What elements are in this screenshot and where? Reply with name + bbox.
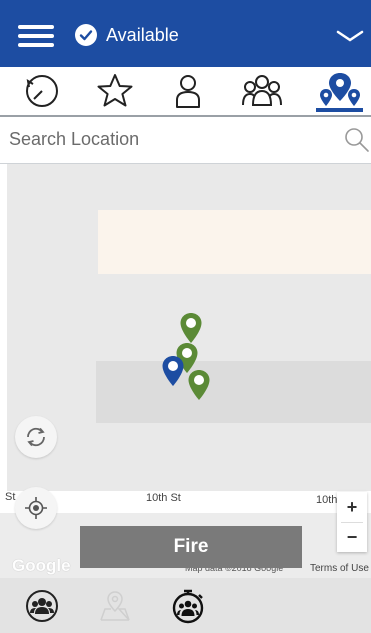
search-icon[interactable] — [344, 127, 370, 153]
timer-group-icon — [172, 589, 204, 624]
zoom-controls: + − — [337, 492, 367, 552]
fire-button[interactable]: Fire — [80, 526, 302, 568]
tab-bar — [0, 67, 371, 117]
group-icon — [242, 75, 282, 106]
refresh-icon — [27, 427, 45, 447]
locations-icon — [320, 73, 360, 106]
my-location-button[interactable] — [15, 487, 57, 529]
map-pin-blue[interactable] — [161, 355, 185, 387]
zoom-in-button[interactable]: + — [337, 492, 367, 522]
map-pin-green[interactable] — [187, 369, 211, 401]
person-icon — [176, 75, 200, 108]
team-icon — [26, 590, 58, 622]
tab-history[interactable] — [12, 67, 72, 115]
terms-of-use-link[interactable]: Terms of Use — [310, 563, 369, 574]
map-route-icon — [100, 591, 130, 621]
tab-contacts[interactable] — [158, 67, 218, 115]
chevron-down-icon[interactable] — [335, 26, 365, 46]
bottom-nav — [0, 578, 371, 633]
search-bar — [0, 117, 371, 164]
check-circle-icon — [75, 24, 97, 46]
street-label: 10th St — [146, 492, 181, 504]
refresh-button[interactable] — [15, 416, 57, 458]
availability-status[interactable]: Available — [106, 24, 179, 46]
map-pin-green[interactable] — [179, 312, 203, 344]
history-icon — [26, 75, 58, 107]
search-location-input[interactable] — [0, 117, 339, 161]
google-logo: Google — [12, 556, 71, 575]
map-block — [96, 361, 371, 423]
star-icon — [97, 74, 133, 107]
bottom-nav-timer-group[interactable] — [170, 588, 206, 624]
tab-favorites[interactable] — [85, 67, 145, 115]
map-building — [98, 210, 371, 274]
tab-groups[interactable] — [232, 67, 292, 115]
menu-icon[interactable] — [18, 25, 54, 47]
bottom-nav-map[interactable] — [97, 588, 133, 624]
zoom-out-button[interactable]: − — [337, 522, 367, 552]
app-header: Available — [0, 0, 371, 67]
map-view[interactable]: St 10th St 10th St + − Google Map data ©… — [0, 164, 371, 578]
active-tab-indicator — [316, 108, 363, 112]
crosshair-icon — [25, 497, 47, 519]
street-label: St — [5, 491, 16, 503]
bottom-nav-team[interactable] — [24, 588, 60, 624]
